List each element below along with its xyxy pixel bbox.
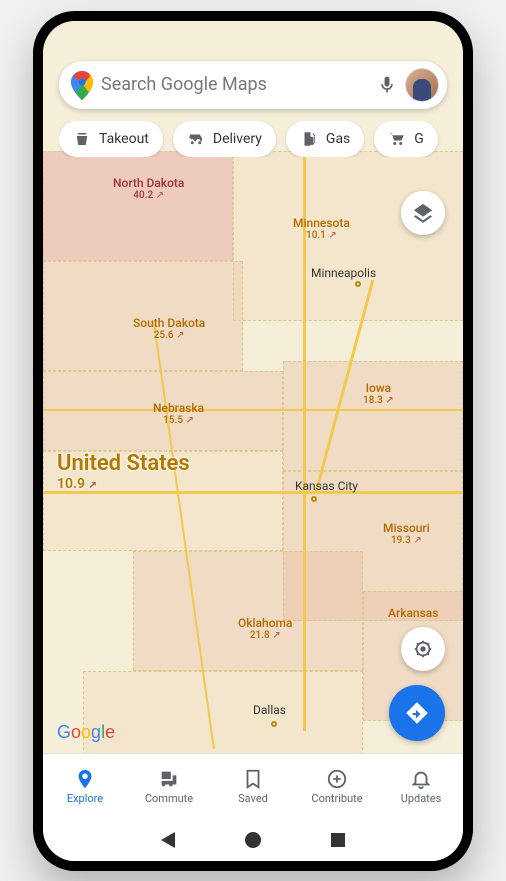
- nav-saved[interactable]: Saved: [211, 768, 295, 805]
- directions-button[interactable]: [389, 685, 445, 741]
- city-dot-minneapolis: [355, 281, 361, 287]
- state-region-ia: [283, 361, 463, 471]
- mic-icon[interactable]: [377, 75, 397, 95]
- category-chips: Takeout Delivery Gas G: [59, 121, 463, 157]
- phone-frame: North Dakota 40.2 ↗ Minnesota 10.1 ↗ Sou…: [33, 11, 473, 871]
- locate-button[interactable]: [401, 627, 445, 671]
- city-label-dallas: Dallas: [253, 703, 286, 717]
- chip-label: Takeout: [99, 131, 149, 147]
- search-placeholder: Search Google Maps: [101, 74, 369, 95]
- directions-icon: [404, 700, 430, 726]
- chip-label: G: [414, 131, 424, 147]
- nav-label: Commute: [145, 792, 193, 805]
- city-dot-kansascity: [311, 496, 317, 502]
- search-bar[interactable]: Search Google Maps: [59, 61, 447, 109]
- nav-label: Saved: [238, 792, 268, 805]
- google-logo: Google: [57, 722, 115, 743]
- road: [43, 409, 463, 411]
- nav-commute[interactable]: Commute: [127, 768, 211, 805]
- state-label-ok: Oklahoma 21.8 ↗: [238, 616, 292, 641]
- state-label-ne: Nebraska 15.5 ↗: [153, 401, 204, 426]
- chip-takeout[interactable]: Takeout: [59, 121, 163, 157]
- profile-avatar[interactable]: [405, 68, 439, 102]
- state-region-ok: [133, 551, 363, 671]
- state-region-nd: [43, 151, 233, 261]
- back-button[interactable]: [161, 832, 175, 848]
- home-button[interactable]: [245, 832, 261, 848]
- chip-groceries[interactable]: G: [374, 121, 438, 157]
- bottom-nav: Explore Commute Saved Contribute Updates: [43, 753, 463, 819]
- city-label-kansascity: Kansas City: [295, 479, 358, 493]
- takeout-icon: [73, 130, 91, 148]
- commute-icon: [158, 768, 180, 790]
- city-label-minneapolis: Minneapolis: [311, 266, 376, 280]
- chip-gas[interactable]: Gas: [286, 121, 364, 157]
- bookmark-icon: [242, 768, 264, 790]
- country-label: United States 10.9 ↗: [57, 451, 190, 492]
- nav-contribute[interactable]: Contribute: [295, 768, 379, 805]
- screen: North Dakota 40.2 ↗ Minnesota 10.1 ↗ Sou…: [43, 21, 463, 861]
- recents-button[interactable]: [331, 833, 345, 847]
- state-label-sd: South Dakota 25.6 ↗: [133, 316, 205, 341]
- delivery-icon: [187, 130, 205, 148]
- maps-logo-icon: [71, 71, 93, 99]
- state-label-mo: Missouri 19.3 ↗: [383, 521, 430, 546]
- chip-label: Gas: [326, 131, 350, 147]
- nav-label: Contribute: [311, 792, 362, 805]
- nav-updates[interactable]: Updates: [379, 768, 463, 805]
- gas-icon: [300, 130, 318, 148]
- nav-explore[interactable]: Explore: [43, 768, 127, 805]
- chip-label: Delivery: [213, 131, 262, 147]
- locate-icon: [412, 638, 434, 660]
- nav-label: Explore: [67, 792, 103, 805]
- state-label-mn: Minnesota 10.1 ↗: [293, 216, 350, 241]
- nav-label: Updates: [401, 792, 442, 805]
- layers-icon: [412, 202, 434, 224]
- chip-delivery[interactable]: Delivery: [173, 121, 276, 157]
- state-label-ar: Arkansas: [388, 606, 438, 620]
- state-label-ia: Iowa 18.3 ↗: [363, 381, 394, 406]
- state-label-nd: North Dakota 40.2 ↗: [113, 176, 184, 201]
- cart-icon: [388, 130, 406, 148]
- plus-circle-icon: [326, 768, 348, 790]
- layers-button[interactable]: [401, 191, 445, 235]
- city-dot-dallas: [271, 721, 277, 727]
- system-nav-bar: [43, 819, 463, 861]
- bell-icon: [410, 768, 432, 790]
- pin-icon: [74, 768, 96, 790]
